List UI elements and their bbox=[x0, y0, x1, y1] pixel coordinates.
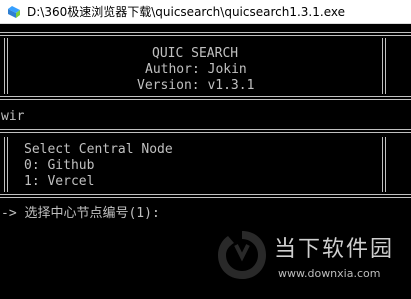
watermark-site-name: 当下软件园 bbox=[274, 237, 395, 262]
app-folder-icon bbox=[8, 6, 20, 18]
menu-option: 1: Vercel bbox=[24, 174, 95, 189]
box-border-right bbox=[382, 38, 388, 94]
command-prompt[interactable]: -> 选择中心节点编号(1): bbox=[1, 207, 160, 221]
menu-title: Select Central Node bbox=[24, 142, 173, 157]
separator-line bbox=[0, 194, 411, 200]
separator-line bbox=[0, 129, 411, 135]
window-title: D:\360极速浏览器下载\quicsearch\quicsearch1.3.1… bbox=[27, 5, 345, 19]
separator-line bbox=[0, 96, 411, 102]
separator-line bbox=[0, 32, 411, 38]
banner-title: QUIC SEARCH bbox=[152, 46, 239, 61]
watermark-url: www.downxia.com bbox=[278, 267, 381, 280]
banner-author: Author: Jokin bbox=[145, 62, 247, 77]
box-border-left bbox=[4, 137, 10, 192]
site-watermark: 当下软件园 www.downxia.com bbox=[214, 217, 404, 293]
box-border-right bbox=[382, 137, 388, 192]
window-titlebar[interactable]: D:\360极速浏览器下载\quicsearch\quicsearch1.3.1… bbox=[0, 0, 411, 24]
box-border-left bbox=[4, 38, 10, 94]
menu-option: 0: Github bbox=[24, 158, 95, 173]
banner-version: Version: v1.3.1 bbox=[137, 78, 255, 93]
watermark-logo-icon bbox=[218, 231, 266, 279]
input-echo: wir bbox=[1, 109, 25, 124]
